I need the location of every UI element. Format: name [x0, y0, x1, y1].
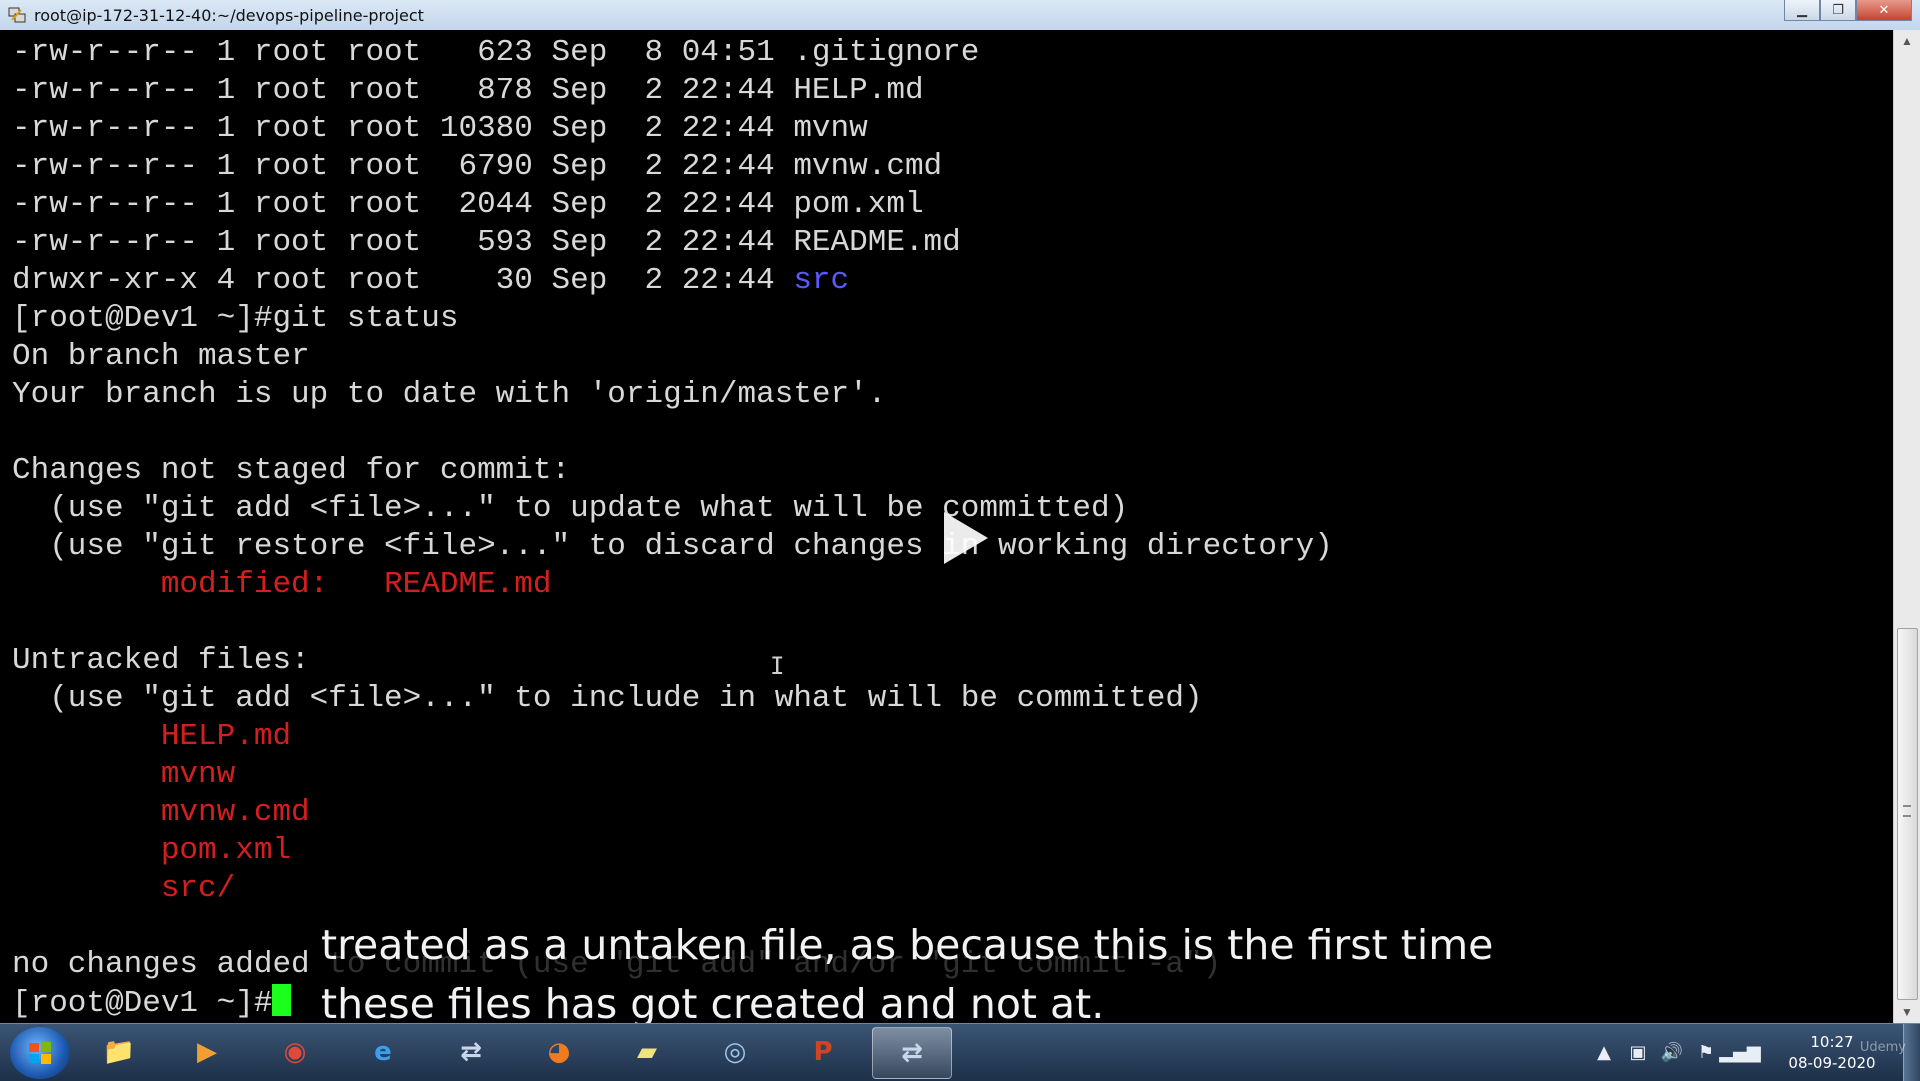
terminal-text: Changes not staged for commit:: [12, 453, 571, 488]
terminal-line: -rw-r--r-- 1 root root 623 Sep 8 04:51 .…: [12, 34, 1333, 72]
terminal-line: mvnw.cmd: [12, 794, 1333, 832]
terminal-text: pom.xml: [160, 833, 292, 868]
vertical-scrollbar[interactable]: ▲ ▼: [1893, 30, 1920, 1023]
taskbar-apps: 📁 ▶ ◉ e ⇄ ◕ ▰ ◎ P ⇄: [70, 1026, 952, 1079]
terminal-line: -rw-r--r-- 1 root root 2044 Sep 2 22:44 …: [12, 186, 1333, 224]
terminal-line: HELP.md: [12, 718, 1333, 756]
terminal-text: HELP.md: [160, 719, 292, 754]
terminal-text: modified: README.md: [160, 567, 552, 602]
terminal-line: -rw-r--r-- 1 root root 878 Sep 2 22:44 H…: [12, 72, 1333, 110]
terminal-text: [root@Dev1 ~]#git status: [12, 301, 459, 336]
scroll-up-arrow-icon[interactable]: ▲: [1894, 30, 1920, 52]
window-title: root@ip-172-31-12-40:~/devops-pipeline-p…: [34, 5, 424, 25]
taskbar-recorder-icon[interactable]: ◎: [696, 1027, 774, 1077]
taskbar: 📁 ▶ ◉ e ⇄ ◕ ▰ ◎ P ⇄ ▲ ▣ 🔊 ⚑ ▂▄▆ 10:27 08-09-2020: [0, 1023, 1920, 1081]
terminal-text: -rw-r--r-- 1 root root 2044 Sep 2 22:44 …: [12, 187, 924, 222]
terminal-text: On branch master: [12, 339, 310, 374]
windows-logo-icon: [29, 1041, 51, 1064]
terminal-text: -rw-r--r-- 1 root root 6790 Sep 2 22:44 …: [12, 149, 943, 184]
putty-icon: [6, 4, 28, 26]
terminal-line: mvnw: [12, 756, 1333, 794]
terminal-text: src/: [160, 871, 236, 906]
volume-icon[interactable]: 🔊: [1659, 1040, 1685, 1066]
subtitle-line: treated as a untaken file, as because th…: [321, 921, 1494, 969]
taskbar-file-explorer-icon[interactable]: 📁: [80, 1027, 158, 1077]
terminal-lines: -rw-r--r-- 1 root root 623 Sep 8 04:51 .…: [12, 34, 1333, 1022]
taskbar-powerpoint-icon[interactable]: P: [784, 1027, 862, 1077]
terminal-text: -rw-r--r-- 1 root root 878 Sep 2 22:44 H…: [12, 73, 924, 108]
watermark: Udemy: [1859, 1040, 1906, 1055]
terminal-text: (use "git restore <file>..." to discard …: [12, 529, 1333, 564]
network-adapter-icon[interactable]: ▣: [1625, 1040, 1651, 1066]
signal-icon[interactable]: ▂▄▆: [1719, 1040, 1761, 1066]
tray-icons: ▲ ▣ 🔊 ⚑ ▂▄▆: [1587, 1040, 1761, 1066]
action-center-flag-icon[interactable]: ⚑: [1693, 1040, 1719, 1066]
terminal-text: src: [793, 263, 850, 298]
terminal-text: (use "git add <file>..." to include in w…: [12, 681, 1203, 716]
terminal-line: On branch master: [12, 338, 1333, 376]
taskbar-chrome-icon[interactable]: ◉: [256, 1027, 334, 1077]
terminal-text: -rw-r--r-- 1 root root 10380 Sep 2 22:44…: [12, 111, 868, 146]
maximize-button[interactable]: ❐: [1820, 0, 1856, 21]
taskbar-media-player-icon[interactable]: ▶: [168, 1027, 246, 1077]
scroll-thumb[interactable]: [1897, 628, 1918, 1000]
taskbar-sticky-notes-icon[interactable]: ▰: [608, 1027, 686, 1077]
taskbar-internet-explorer-icon[interactable]: e: [344, 1027, 422, 1077]
scroll-down-arrow-icon[interactable]: ▼: [1894, 1001, 1920, 1023]
terminal-line: -rw-r--r-- 1 root root 10380 Sep 2 22:44…: [12, 110, 1333, 148]
terminal-text: drwxr-xr-x 4 root root 30 Sep 2 22:44: [12, 263, 794, 298]
terminal-line: [root@Dev1 ~]#git status: [12, 300, 1333, 338]
close-button[interactable]: ✕: [1856, 0, 1912, 21]
terminal-text: Your branch is up to date with 'origin/m…: [12, 377, 887, 412]
show-hidden-icons-icon[interactable]: ▲: [1591, 1040, 1617, 1066]
window-title-bar[interactable]: root@ip-172-31-12-40:~/devops-pipeline-p…: [0, 0, 1920, 31]
terminal-cursor: [272, 984, 292, 1016]
play-icon[interactable]: [944, 512, 988, 564]
taskbar-firefox-icon[interactable]: ◕: [520, 1027, 598, 1077]
video-subtitle: treated as a untaken file, as because th…: [313, 912, 1608, 1028]
terminal-line: src/: [12, 870, 1333, 908]
text-cursor-icon: I: [770, 652, 785, 680]
terminal-line: (use "git restore <file>..." to discard …: [12, 528, 1333, 566]
terminal-line: (use "git add <file>..." to include in w…: [12, 680, 1333, 718]
shell-prompt: [root@Dev1 ~]#: [12, 986, 273, 1021]
terminal-line: modified: README.md: [12, 566, 1333, 604]
grip-icon: [1903, 805, 1911, 817]
terminal-line: Your branch is up to date with 'origin/m…: [12, 376, 1333, 414]
terminal-line: (use "git add <file>..." to update what …: [12, 490, 1333, 528]
terminal-text: -rw-r--r-- 1 root root 623 Sep 8 04:51 .…: [12, 35, 980, 70]
terminal-line: Untracked files:: [12, 642, 1333, 680]
taskbar-putty-icon[interactable]: ⇄: [432, 1027, 510, 1077]
terminal-line: Changes not staged for commit:: [12, 452, 1333, 490]
terminal-text: mvnw: [160, 757, 236, 792]
minimize-button[interactable]: ▁: [1784, 0, 1820, 21]
clock-date: 08-09-2020: [1788, 1053, 1876, 1072]
start-button[interactable]: [10, 1026, 70, 1079]
terminal-text: Untracked files:: [12, 643, 310, 678]
terminal-text: -rw-r--r-- 1 root root 593 Sep 2 22:44 R…: [12, 225, 961, 260]
terminal-line: -rw-r--r-- 1 root root 6790 Sep 2 22:44 …: [12, 148, 1333, 186]
terminal-line: pom.xml: [12, 832, 1333, 870]
taskbar-putty-active-icon[interactable]: ⇄: [872, 1026, 952, 1079]
terminal-line: -rw-r--r-- 1 root root 593 Sep 2 22:44 R…: [12, 224, 1333, 262]
terminal-line: drwxr-xr-x 4 root root 30 Sep 2 22:44 sr…: [12, 262, 1333, 300]
terminal-text: mvnw.cmd: [160, 795, 310, 830]
